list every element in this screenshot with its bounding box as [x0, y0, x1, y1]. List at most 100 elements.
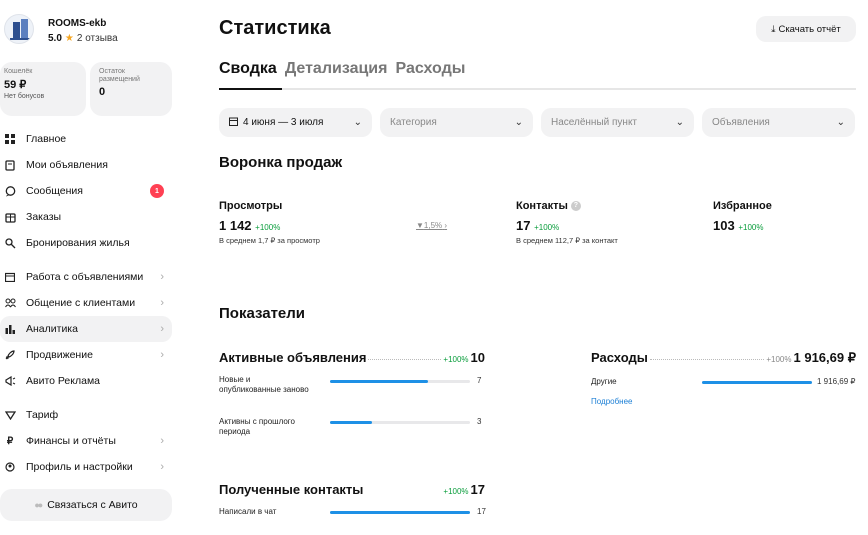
sidebar-item-messages[interactable]: Сообщения 1 [0, 178, 172, 204]
views-note: В среднем 1,7 ₽ за просмотр [219, 236, 320, 245]
filters: 4 июня — 3 июля ⌄ Категория ⌄ Населённый… [219, 108, 855, 137]
sidebar-nav: Главное Мои объявления Сообщения 1 Заказ… [0, 126, 172, 480]
active-ads-header: Активные объявления +100% 10 [219, 350, 485, 365]
sidebar-item-label: Аналитика [26, 323, 78, 335]
received-contacts-total: 17 [470, 482, 485, 497]
sidebar-item-label: Работа с объявлениями [26, 271, 144, 283]
sidebar-item-finance[interactable]: ₽ Финансы и отчёты › [0, 428, 172, 454]
tab-expenses[interactable]: Расходы [395, 60, 465, 78]
tab-summary[interactable]: Сводка [219, 60, 277, 78]
metric-row: Написали в чат [219, 507, 276, 517]
rating: 5.0 ★ 2 отзыва [48, 33, 118, 44]
active-ads-total: 10 [470, 350, 485, 365]
chevron-right-icon: › [160, 349, 164, 361]
category-select[interactable]: Категория ⌄ [380, 108, 533, 137]
sidebar-item-clients[interactable]: Общение с клиентами › [0, 290, 172, 316]
sidebar-item-label: Продвижение [26, 349, 93, 361]
expenses-pct: +100% [766, 355, 792, 364]
chevron-right-icon: › [160, 323, 164, 335]
contacts-pct: +100% [534, 223, 560, 232]
contact-avito-label: Связаться с Авито [47, 499, 138, 511]
unread-badge: 1 [150, 184, 164, 198]
analytics-icon [4, 323, 16, 335]
rocket-icon [4, 349, 16, 361]
bar-track [330, 511, 470, 514]
funnel-icon: ▼ [416, 221, 424, 230]
help-icon[interactable]: ? [570, 201, 581, 212]
period-value: 4 июня — 3 июля [243, 117, 324, 128]
chevron-right-icon: › [160, 297, 164, 309]
download-report-button[interactable]: ⤓ Скачать отчёт [756, 16, 856, 42]
chevron-down-icon: ⌄ [675, 117, 684, 128]
bar-track [330, 380, 470, 383]
sidebar-item-avito-ads[interactable]: Авито Реклама [0, 368, 172, 394]
wallet-card[interactable]: Кошелёк 59 ₽ Нет бонусов [0, 62, 86, 116]
active-ads-pct: +100% [443, 355, 469, 364]
city-select[interactable]: Населённый пункт ⌄ [541, 108, 694, 137]
chevron-down-icon: ⌄ [353, 117, 362, 128]
bar-fill [702, 381, 812, 384]
sidebar-item-orders[interactable]: Заказы [0, 204, 172, 230]
more-link[interactable]: Подробнее [591, 397, 633, 406]
conversion-link[interactable]: ▼1,5% › [416, 221, 447, 230]
bar-fill [330, 380, 428, 383]
received-contacts-title: Полученные контакты [219, 482, 364, 497]
wallet-bonus: Нет бонусов [4, 93, 45, 100]
tab-underline [219, 88, 856, 90]
star-icon: ★ [64, 33, 74, 44]
rating-value: 5.0 [48, 33, 62, 44]
tabs: Сводка Детализация Расходы [219, 60, 465, 78]
row-value: 17 [477, 507, 486, 516]
sidebar-item-label: Бронирования жилья [26, 237, 130, 249]
active-ads-title: Активные объявления [219, 350, 367, 365]
wallet-label: Кошелёк [4, 68, 33, 75]
sidebar-item-label: Заказы [26, 211, 62, 223]
row-label: Активны с прошлого периода [219, 417, 295, 436]
views-label: Просмотры [219, 200, 283, 212]
profile[interactable]: ROOMS-ekb 5.0 ★ 2 отзыва [4, 14, 118, 44]
period-select[interactable]: 4 июня — 3 июля ⌄ [219, 108, 372, 137]
megaphone-icon [4, 375, 16, 387]
contacts-label: Контакты [516, 200, 568, 212]
tab-details[interactable]: Детализация [285, 60, 388, 78]
chevron-down-icon: ⌄ [836, 117, 845, 128]
expenses-header: Расходы +100% 1 916,69 ₽ [591, 350, 856, 366]
remaining-card[interactable]: Остаток размещений 0 [90, 62, 172, 116]
funnel-favorites: Избранное 103 +100% [713, 200, 772, 233]
row-label: Другие [591, 377, 617, 386]
chevron-right-icon: › [444, 221, 448, 230]
contact-avito-button[interactable]: ●● Связаться с Авито [0, 489, 172, 521]
people-icon [4, 297, 16, 309]
row-value: 7 [477, 376, 482, 385]
sidebar: ROOMS-ekb 5.0 ★ 2 отзыва Кошелёк 59 ₽ Не… [0, 0, 184, 535]
tariff-icon [4, 409, 16, 421]
funnel-contacts: Контакты ? 17 +100% В среднем 112,7 ₽ за… [516, 200, 618, 245]
sidebar-item-label: Мои объявления [26, 159, 108, 171]
sidebar-item-analytics[interactable]: Аналитика › [0, 316, 172, 342]
sidebar-item-bookings[interactable]: Бронирования жилья [0, 230, 172, 256]
views-pct: +100% [255, 223, 281, 232]
expenses-title: Расходы [591, 350, 648, 365]
download-icon: ⤓ [771, 23, 776, 35]
chevron-right-icon: › [160, 271, 164, 283]
favorites-label: Избранное [713, 200, 772, 212]
sidebar-item-main[interactable]: Главное [0, 126, 172, 152]
sidebar-item-profile-settings[interactable]: Профиль и настройки › [0, 454, 172, 480]
metrics-title: Показатели [219, 305, 306, 322]
sidebar-item-label: Тариф [26, 409, 59, 421]
box-icon [4, 211, 16, 223]
sidebar-item-promotion[interactable]: Продвижение › [0, 342, 172, 368]
sidebar-item-my-ads[interactable]: Мои объявления [0, 152, 172, 178]
sidebar-item-label: Профиль и настройки [26, 461, 133, 473]
favorites-pct: +100% [738, 223, 764, 232]
sidebar-item-label: Сообщения [26, 185, 83, 197]
favorites-value: 103 [713, 218, 735, 233]
chevron-right-icon: › [160, 461, 164, 473]
reviews-count[interactable]: 2 отзыва [77, 33, 118, 44]
sidebar-item-label: Главное [26, 133, 67, 145]
chat-icon [4, 185, 16, 197]
sidebar-item-ads-work[interactable]: Работа с объявлениями › [0, 264, 172, 290]
expenses-total: 1 916,69 ₽ [793, 350, 857, 365]
sidebar-item-tariff[interactable]: Тариф [0, 402, 172, 428]
ads-select[interactable]: Объявления ⌄ [702, 108, 855, 137]
